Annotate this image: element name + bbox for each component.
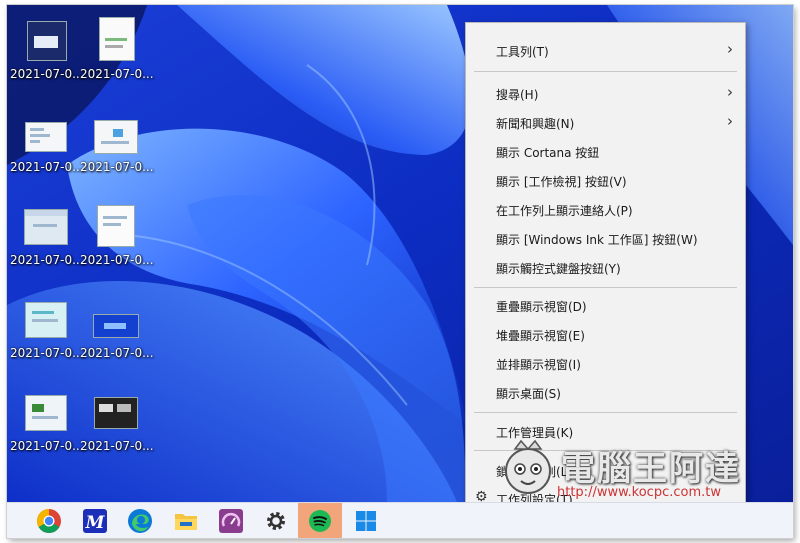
chevron-right-icon: › bbox=[727, 40, 733, 58]
mascot-logo-icon bbox=[505, 439, 551, 494]
menu-item-toolbars[interactable]: 工具列(T) › bbox=[466, 38, 745, 64]
file-thumbnail-icon bbox=[93, 314, 139, 338]
menu-item-label: 堆疊顯示視窗(E) bbox=[496, 329, 585, 343]
desktop-icon-label: 2021-07-0... bbox=[10, 253, 84, 267]
file-thumbnail-icon bbox=[25, 122, 67, 152]
desktop-icon-label: 2021-07-0... bbox=[80, 160, 154, 174]
desktop-icon[interactable]: 2021-07-0... bbox=[80, 201, 154, 271]
desktop-icon-label: 2021-07-0... bbox=[80, 439, 154, 453]
m-app-icon[interactable]: M bbox=[81, 507, 109, 535]
speedometer-app-icon[interactable] bbox=[217, 507, 245, 535]
menu-item-label: 顯示桌面(S) bbox=[496, 387, 561, 401]
watermark-title: 電腦王阿達 bbox=[561, 449, 741, 489]
menu-item-show-windows-ink-button[interactable]: 顯示 [Windows Ink 工作區] 按鈕(W) bbox=[466, 226, 745, 252]
file-thumbnail-icon bbox=[25, 302, 67, 338]
taskbar: M bbox=[7, 502, 793, 538]
desktop-icon[interactable]: 2021-07-0... bbox=[10, 108, 84, 178]
spotify-icon[interactable] bbox=[306, 507, 334, 535]
file-thumbnail-icon bbox=[94, 397, 138, 429]
menu-item-label: 顯示觸控式鍵盤按鈕(Y) bbox=[496, 262, 621, 276]
menu-item-label: 在工作列上顯示連絡人(P) bbox=[496, 204, 633, 218]
menu-separator bbox=[474, 412, 737, 413]
menu-item-show-desktop[interactable]: 顯示桌面(S) bbox=[466, 380, 745, 406]
screenshot-frame: 2021-07-0... 2021-07-0... 2021-07-0... 2… bbox=[7, 5, 793, 538]
menu-item-stack-windows[interactable]: 堆疊顯示視窗(E) bbox=[466, 322, 745, 348]
watermark-url: http://www.kocpc.com.tw bbox=[557, 485, 721, 500]
menu-separator bbox=[474, 287, 737, 288]
desktop-icon-label: 2021-07-0... bbox=[80, 67, 154, 81]
desktop-icon-label: 2021-07-0... bbox=[10, 439, 84, 453]
desktop-icon-label: 2021-07-0... bbox=[10, 67, 84, 81]
edge-icon[interactable] bbox=[126, 507, 154, 535]
menu-item-label: 重疊顯示視窗(D) bbox=[496, 300, 587, 314]
menu-item-label: 顯示 Cortana 按鈕 bbox=[496, 146, 600, 160]
menu-separator bbox=[474, 71, 737, 72]
desktop-icon[interactable]: 2021-07-0... bbox=[80, 15, 154, 85]
desktop-icon[interactable]: 2021-07-0... bbox=[80, 108, 154, 178]
menu-item-label: 顯示 [工作檢視] 按鈕(V) bbox=[496, 175, 627, 189]
svg-text:M: M bbox=[85, 513, 106, 533]
desktop-icon[interactable]: 2021-07-0... bbox=[80, 294, 154, 364]
chevron-right-icon: › bbox=[727, 83, 733, 101]
desktop-icon-label: 2021-07-0... bbox=[80, 346, 154, 360]
menu-item-news-and-interests[interactable]: 新聞和興趣(N) › bbox=[466, 110, 745, 136]
file-thumbnail-icon bbox=[25, 395, 67, 431]
menu-item-search[interactable]: 搜尋(H) › bbox=[466, 81, 745, 107]
chrome-icon[interactable] bbox=[35, 507, 63, 535]
desktop-icon-label: 2021-07-0... bbox=[10, 160, 84, 174]
menu-item-label: 新聞和興趣(N) bbox=[496, 117, 575, 131]
chevron-right-icon: › bbox=[727, 112, 733, 130]
menu-item-label: 工具列(T) bbox=[496, 45, 549, 59]
menu-item-show-people[interactable]: 在工作列上顯示連絡人(P) bbox=[466, 197, 745, 223]
desktop-icon[interactable]: 2021-07-0... bbox=[80, 387, 154, 457]
menu-item-cascade-windows[interactable]: 重疊顯示視窗(D) bbox=[466, 293, 745, 319]
menu-item-label: 搜尋(H) bbox=[496, 88, 539, 102]
file-explorer-icon[interactable] bbox=[172, 507, 200, 535]
menu-item-label: 並排顯示視窗(I) bbox=[496, 358, 581, 372]
file-thumbnail-icon bbox=[97, 205, 135, 247]
site-watermark: 電腦王阿達 http://www.kocpc.com.tw bbox=[491, 435, 791, 505]
desktop-icon[interactable]: 2021-07-0... bbox=[10, 387, 84, 457]
file-thumbnail-icon bbox=[24, 209, 68, 245]
file-thumbnail-icon bbox=[99, 17, 135, 61]
desktop-icon-label: 2021-07-0... bbox=[10, 346, 84, 360]
menu-item-show-task-view-button[interactable]: 顯示 [工作檢視] 按鈕(V) bbox=[466, 168, 745, 194]
menu-item-label: 顯示 [Windows Ink 工作區] 按鈕(W) bbox=[496, 233, 698, 247]
desktop-icon[interactable]: 2021-07-0... bbox=[10, 294, 84, 364]
menu-item-show-touch-keyboard-button[interactable]: 顯示觸控式鍵盤按鈕(Y) bbox=[466, 255, 745, 281]
settings-gear-icon[interactable] bbox=[262, 507, 290, 535]
menu-item-show-cortana-button[interactable]: 顯示 Cortana 按鈕 bbox=[466, 139, 745, 165]
desktop-icon[interactable]: 2021-07-0... bbox=[10, 201, 84, 271]
file-thumbnail-icon bbox=[94, 120, 138, 154]
desktop-icon[interactable]: 2021-07-0... bbox=[10, 15, 84, 85]
menu-item-side-by-side-windows[interactable]: 並排顯示視窗(I) bbox=[466, 351, 745, 377]
windows-start-icon[interactable] bbox=[352, 507, 380, 535]
file-thumbnail-icon bbox=[27, 21, 67, 61]
desktop-icon-label: 2021-07-0... bbox=[80, 253, 154, 267]
